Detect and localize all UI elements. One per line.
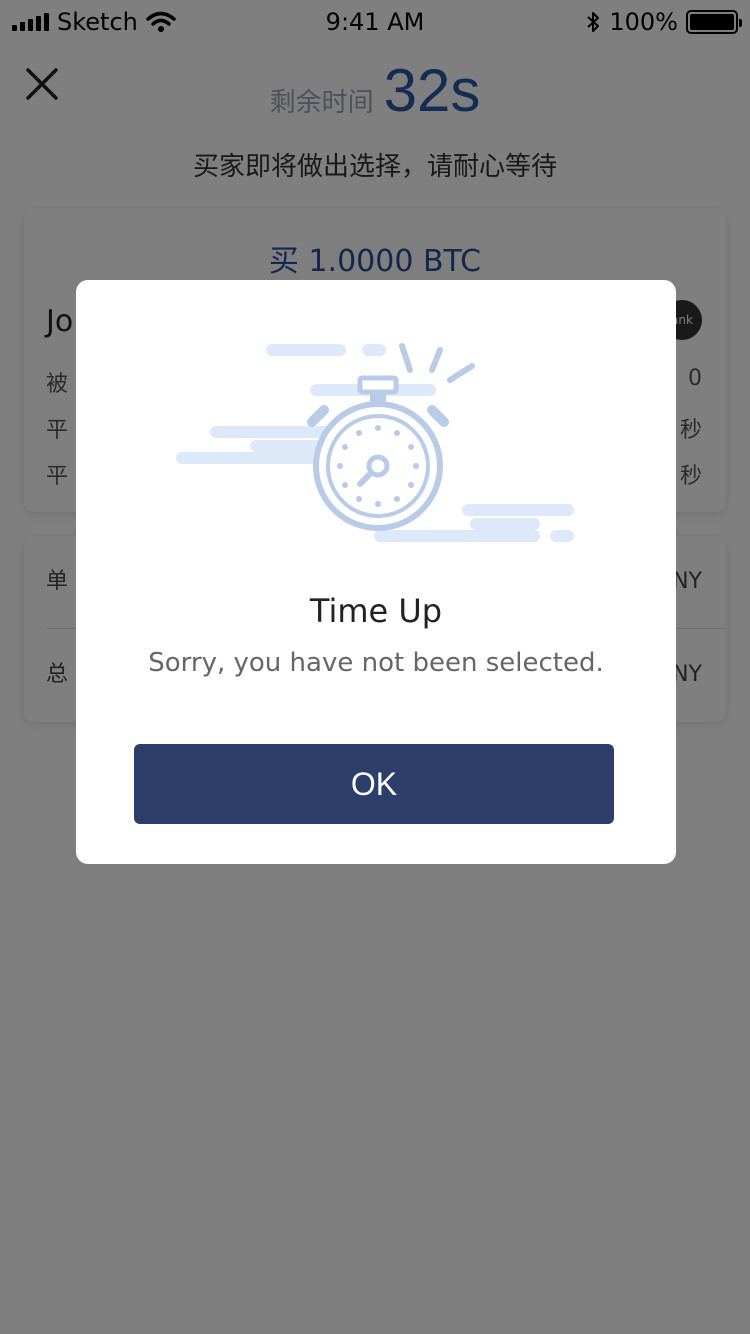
time-up-dialog: Time Up Sorry, you have not been selecte… — [76, 280, 676, 864]
dialog-message: Sorry, you have not been selected. — [148, 648, 604, 678]
stopwatch-icon — [176, 343, 574, 542]
ok-button[interactable]: OK — [134, 744, 614, 824]
dialog-title: Time Up — [309, 592, 443, 630]
